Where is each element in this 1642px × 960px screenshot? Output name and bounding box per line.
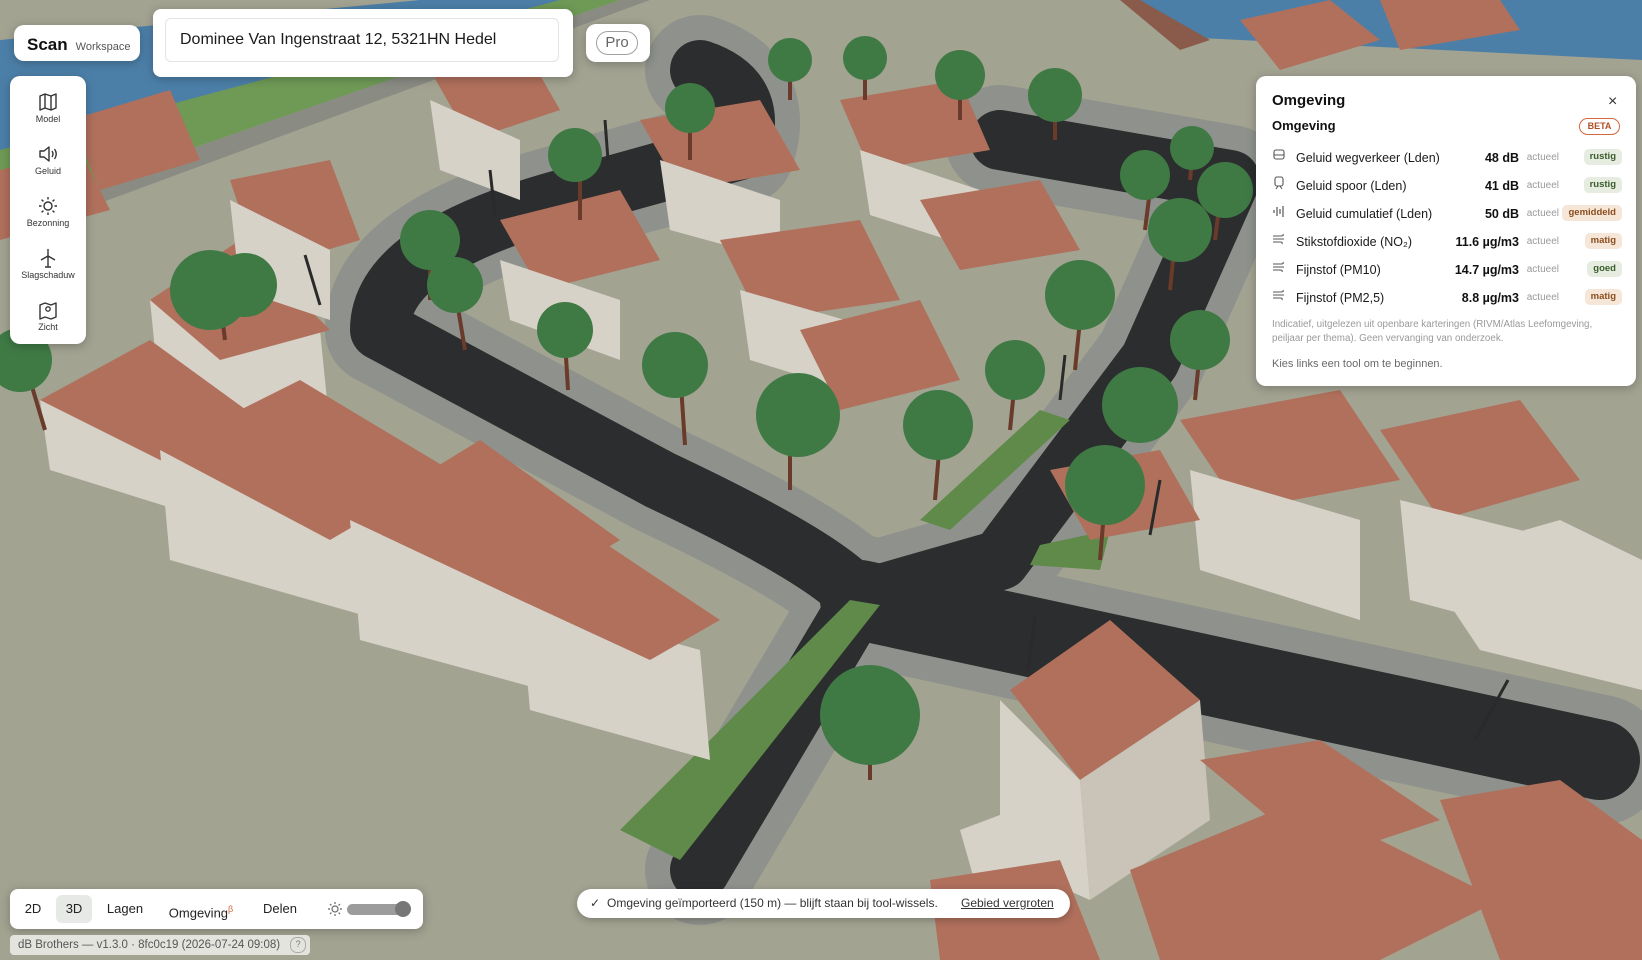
wind-icon: [1273, 289, 1284, 301]
brightness-slider[interactable]: [347, 901, 411, 917]
checkmark-icon: ✓: [590, 896, 601, 910]
version-text: dB Brothers — v1.3.0 · 8fc0c19 (2026-07-…: [18, 939, 281, 951]
tool-sidebar: Model Geluid Bezonning Slagschaduw Zicht: [10, 76, 86, 344]
metric-value: 11.6 µg/m3: [1455, 235, 1520, 249]
car-icon: [1273, 149, 1285, 160]
metric-qualifier: actueel: [1526, 152, 1559, 163]
metric-label: Fijnstof (PM10): [1296, 263, 1381, 277]
status-badge: matig: [1584, 289, 1622, 305]
tool-zicht-label: Zicht: [38, 322, 58, 332]
hint-text: Kies links een tool om te beginnen.: [1272, 358, 1443, 370]
wind-turbine-icon: [40, 249, 56, 268]
tool-slagschaduw[interactable]: Slagschaduw: [10, 242, 86, 292]
panel-subtitle: Omgeving: [1272, 118, 1336, 133]
metric-label: Fijnstof (PM2,5): [1296, 291, 1385, 305]
tool-model-label: Model: [35, 114, 61, 124]
beta-mark: β: [228, 904, 234, 914]
close-icon[interactable]: ×: [1608, 94, 1617, 110]
omgeving-button-label: Omgeving: [168, 905, 229, 921]
metric-qualifier: actueel: [1526, 264, 1559, 275]
metric-value: 14.7 µg/m3: [1454, 263, 1519, 277]
tool-slagschaduw-label: Slagschaduw: [21, 270, 75, 280]
view-2d-button[interactable]: 2D: [16, 895, 50, 923]
tool-bezonning[interactable]: Bezonning: [10, 190, 86, 240]
metric-row-spoor: Geluid spoor (Lden) 41 dB actueel rustig: [1272, 174, 1622, 200]
wind-icon: [1273, 261, 1284, 273]
address-search-input[interactable]: [165, 18, 559, 62]
metric-label: Geluid wegverkeer (Lden): [1296, 151, 1440, 165]
metric-value: 50 dB: [1484, 207, 1519, 221]
version-label: dB Brothers — v1.3.0 · 8fc0c19 (2026-07-…: [10, 935, 311, 955]
address-panel: [153, 9, 573, 77]
train-icon: [1274, 176, 1284, 190]
metric-label: Geluid spoor (Lden): [1296, 179, 1407, 193]
tool-bezonning-label: Bezonning: [26, 218, 70, 228]
omgeving-button[interactable]: Omgevingβ: [160, 895, 242, 923]
map-icon: [39, 93, 57, 111]
pro-panel: Pro: [586, 24, 650, 62]
metric-row-no2: Stikstofdioxide (NO₂) 11.6 µg/m3 actueel…: [1272, 230, 1622, 256]
disclaimer-note: Indicatief, uitgelezen uit openbare kart…: [1272, 319, 1593, 344]
help-button[interactable]: ?: [290, 937, 307, 953]
beta-badge: BETA: [1579, 118, 1620, 135]
metric-label: Geluid cumulatief (Lden): [1296, 207, 1433, 221]
metric-value: 48 dB: [1484, 151, 1519, 165]
sun-icon: [39, 197, 57, 215]
bottom-toolbar: 2D 3D Lagen Omgevingβ Delen: [10, 889, 423, 929]
omgeving-panel: Omgeving × Omgeving BETA Geluid wegverke…: [1256, 76, 1636, 386]
toast-message: Omgeving geïmporteerd (150 m) — blijft s…: [607, 896, 938, 910]
panel-title: Omgeving: [1272, 92, 1346, 109]
app-subtitle: Workspace: [75, 41, 131, 53]
enlarge-area-link[interactable]: Gebied vergroten: [961, 889, 1054, 918]
share-button[interactable]: Delen: [254, 895, 306, 923]
tool-geluid[interactable]: Geluid: [10, 138, 86, 188]
sun-icon: [328, 902, 342, 916]
app-name: Scan: [27, 35, 68, 54]
import-toast: ✓ Omgeving geïmporteerd (150 m) — blijft…: [577, 889, 1070, 918]
tool-geluid-label: Geluid: [34, 166, 61, 176]
soundwave-icon: [1273, 206, 1284, 217]
speaker-icon: [39, 146, 57, 162]
metric-row-pm25: Fijnstof (PM2,5) 8.8 µg/m3 actueel matig: [1272, 286, 1622, 312]
wind-icon: [1273, 233, 1284, 245]
status-badge: matig: [1584, 233, 1622, 249]
metric-qualifier: actueel: [1526, 292, 1559, 303]
metric-row-cumulatief: Geluid cumulatief (Lden) 50 dB actueel g…: [1272, 202, 1622, 228]
pro-button[interactable]: Pro: [596, 31, 638, 55]
status-badge: rustig: [1583, 177, 1622, 193]
metric-qualifier: actueel: [1526, 236, 1559, 247]
status-badge: rustig: [1583, 149, 1622, 165]
metric-value: 41 dB: [1484, 179, 1519, 193]
tool-zicht[interactable]: Zicht: [10, 294, 86, 344]
view-3d-button[interactable]: 3D: [56, 895, 92, 923]
status-badge: goed: [1587, 261, 1622, 277]
metric-qualifier: actueel: [1526, 208, 1559, 219]
tool-model[interactable]: Model: [10, 86, 86, 136]
status-badge: gemiddeld: [1562, 205, 1622, 221]
metric-label: Stikstofdioxide (NO₂): [1296, 235, 1412, 249]
metric-value: 8.8 µg/m3: [1461, 291, 1519, 305]
metric-row-pm10: Fijnstof (PM10) 14.7 µg/m3 actueel goed: [1272, 258, 1622, 284]
map-pin-icon: [39, 302, 57, 320]
layers-button[interactable]: Lagen: [100, 895, 150, 923]
metric-row-wegverkeer: Geluid wegverkeer (Lden) 48 dB actueel r…: [1272, 146, 1622, 172]
metric-qualifier: actueel: [1526, 180, 1559, 191]
app-brand[interactable]: Scan Workspace: [14, 25, 140, 61]
slider-knob[interactable]: [395, 901, 411, 917]
